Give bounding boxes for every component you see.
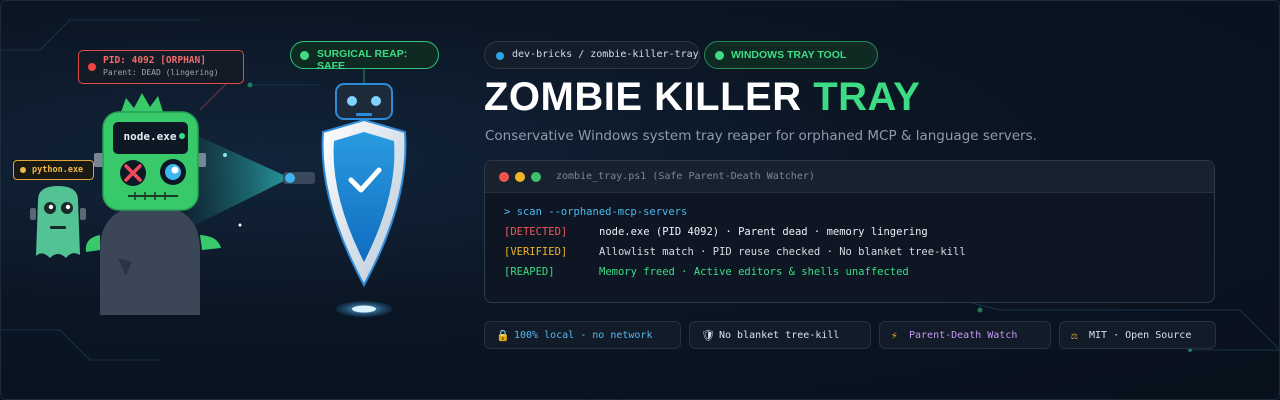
feature-no-tree-kill: 🛡 No blanket tree-kill bbox=[689, 321, 871, 349]
lock-icon: 🔒 bbox=[496, 329, 510, 342]
feature-local: 🔒 100% local - no network bbox=[484, 321, 681, 349]
lightning-icon: ⚡ bbox=[891, 329, 898, 342]
maximize-dot-icon[interactable] bbox=[531, 172, 541, 182]
pid-tag-subtitle: Parent: DEAD (lingering) bbox=[103, 68, 219, 77]
log-row-detected: [DETECTED] node.exe (PID 4092) · Parent … bbox=[504, 226, 1214, 246]
repo-breadcrumb[interactable]: dev-bricks / zombie-killer-tray bbox=[484, 41, 700, 69]
shield-icon: 🛡 bbox=[701, 329, 715, 342]
log-tag: [VERIFIED] bbox=[504, 246, 568, 258]
node-exe-label: node.exe bbox=[123, 130, 177, 143]
feature-label: MIT · Open Source bbox=[1089, 330, 1192, 341]
feature-label: Parent-Death Watch bbox=[909, 330, 1018, 341]
title-main: ZOMBIE KILLER bbox=[484, 75, 802, 119]
windows-tray-badge: WINDOWS TRAY TOOL bbox=[704, 41, 878, 69]
feature-label: No blanket tree-kill bbox=[719, 330, 840, 341]
python-ghost bbox=[30, 186, 86, 258]
log-message: node.exe (PID 4092) · Parent dead · memo… bbox=[599, 226, 928, 238]
breadcrumb-text: dev-bricks / zombie-killer-tray bbox=[512, 49, 699, 60]
feature-license: ⚖ MIT · Open Source bbox=[1059, 321, 1216, 349]
terminal-body: > scan --orphaned-mcp-servers [DETECTED]… bbox=[485, 193, 1214, 286]
status-dot-icon bbox=[88, 63, 96, 71]
pid-tag-title: PID: 4092 [ORPHAN] bbox=[103, 55, 206, 66]
log-row-verified: [VERIFIED] Allowlist match · PID reuse c… bbox=[504, 246, 1214, 266]
minimize-dot-icon[interactable] bbox=[515, 172, 525, 182]
pid-orphan-tag: PID: 4092 [ORPHAN] Parent: DEAD (lingeri… bbox=[78, 50, 244, 84]
log-message: Allowlist match · PID reuse checked · No… bbox=[599, 246, 966, 258]
guardian-robot bbox=[321, 83, 407, 317]
log-tag: [DETECTED] bbox=[504, 226, 568, 238]
page-subtitle: Conservative Windows system tray reaper … bbox=[485, 128, 1037, 144]
feature-parent-death-watch: ⚡ Parent-Death Watch bbox=[879, 321, 1051, 349]
log-row-reaped: [REAPED] Memory freed · Active editors &… bbox=[504, 266, 1214, 286]
close-dot-icon[interactable] bbox=[499, 172, 509, 182]
reap-tag-label: SURGICAL REAP: SAFE bbox=[317, 48, 408, 72]
illustration: node.exe PID: 4092 [ORPHAN] Parent: DEAD… bbox=[0, 0, 470, 400]
terminal-command: > scan --orphaned-mcp-servers bbox=[504, 206, 688, 218]
scan-beam bbox=[185, 130, 290, 230]
terminal-window: zombie_tray.ps1 (Safe Parent-Death Watch… bbox=[484, 160, 1215, 303]
log-message: Memory freed · Active editors & shells u… bbox=[599, 266, 909, 278]
status-dot-icon bbox=[300, 51, 309, 60]
status-dot-icon bbox=[715, 51, 724, 60]
title-accent: TRAY bbox=[813, 75, 921, 119]
status-dot-icon bbox=[20, 167, 26, 173]
feature-label: 100% local - no network bbox=[514, 330, 653, 341]
log-tag: [REAPED] bbox=[504, 266, 555, 278]
badge-text: WINDOWS TRAY TOOL bbox=[731, 49, 847, 61]
python-tag-label: python.exe bbox=[32, 165, 84, 175]
surgical-reap-tag: SURGICAL REAP: SAFE bbox=[290, 41, 439, 72]
scale-icon: ⚖ bbox=[1071, 329, 1078, 342]
page-title: ZOMBIE KILLER TRAY bbox=[484, 75, 920, 125]
python-exe-tag: python.exe bbox=[13, 160, 94, 180]
terminal-titlebar: zombie_tray.ps1 (Safe Parent-Death Watch… bbox=[485, 161, 1214, 193]
repo-dot-icon bbox=[496, 52, 504, 60]
terminal-title: zombie_tray.ps1 (Safe Parent-Death Watch… bbox=[556, 171, 815, 182]
